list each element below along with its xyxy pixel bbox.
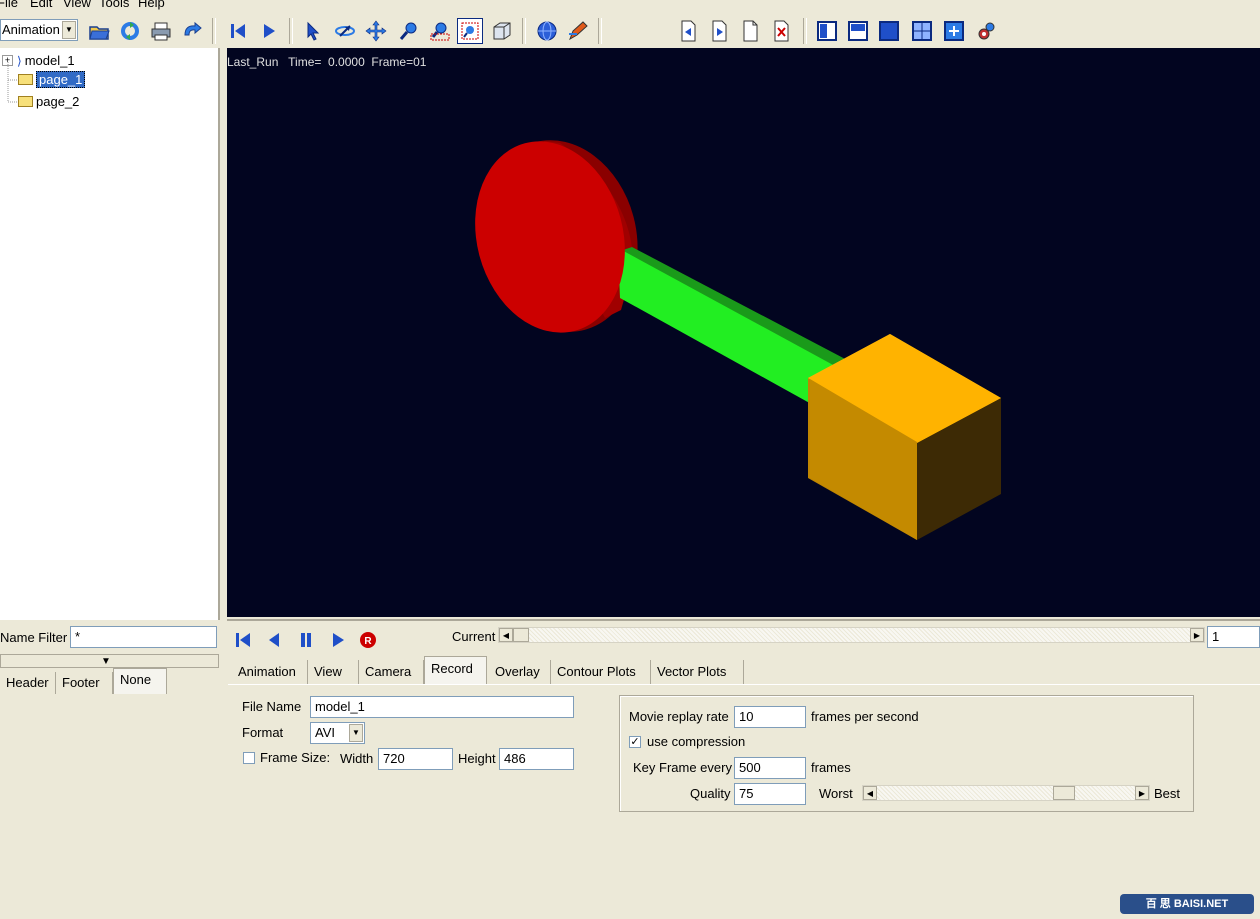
layout-3-icon[interactable] xyxy=(876,18,902,44)
edit-pencil-icon[interactable] xyxy=(565,18,591,44)
zoom-icon[interactable] xyxy=(396,18,422,44)
rotate-icon[interactable] xyxy=(332,18,358,44)
tree-page-1-label: page_1 xyxy=(36,71,86,88)
replay-rate-unit: frames per second xyxy=(811,709,919,724)
layout-2-icon[interactable] xyxy=(845,18,871,44)
quality-slider-thumb[interactable] xyxy=(1053,786,1075,800)
mode-select-value: Animation xyxy=(2,22,60,37)
watermark-logo: 百 思 BAISI.NET xyxy=(1120,894,1254,914)
quality-left-arrow-icon[interactable]: ◀ xyxy=(863,786,877,800)
file-name-label: File Name xyxy=(242,699,302,714)
slider-left-arrow-icon[interactable]: ◀ xyxy=(499,628,513,642)
frame-slider[interactable]: ◀ ▶ xyxy=(498,627,1205,643)
frame-size-label: Frame Size: xyxy=(260,750,331,765)
format-select[interactable]: AVI ▼ xyxy=(310,722,365,744)
dynamic-zoom-icon[interactable] xyxy=(427,18,453,44)
first-frame-button[interactable] xyxy=(231,628,255,652)
keyframe-input[interactable]: 500 xyxy=(734,757,806,779)
page-delete-icon[interactable] xyxy=(768,18,794,44)
reload-icon[interactable] xyxy=(117,18,143,44)
tab-footer[interactable]: Footer xyxy=(56,672,113,694)
file-name-input[interactable]: model_1 xyxy=(310,696,574,718)
menu-tools[interactable]: Tools xyxy=(99,0,129,10)
tab-record[interactable]: Record xyxy=(424,656,487,684)
step-back-button[interactable] xyxy=(262,628,286,652)
settings-gear-icon[interactable] xyxy=(973,18,999,44)
compression-checkbox[interactable]: ✓ xyxy=(629,736,641,748)
select-arrow-icon[interactable] xyxy=(301,18,327,44)
tab-view[interactable]: View xyxy=(308,660,359,684)
tab-none[interactable]: None xyxy=(113,668,167,694)
menu-edit[interactable]: Edit xyxy=(30,0,52,10)
current-label: Current xyxy=(452,629,496,644)
tab-contour-plots[interactable]: Contour Plots xyxy=(551,660,651,684)
render-sphere-icon[interactable] xyxy=(534,18,560,44)
frame-size-checkbox[interactable] xyxy=(243,752,255,764)
filter-expand-bar[interactable]: ▼ xyxy=(0,654,219,668)
first-frame-icon[interactable] xyxy=(225,18,251,44)
menu-file[interactable]: File xyxy=(0,0,18,10)
format-value: AVI xyxy=(315,725,335,740)
quality-label: Quality xyxy=(690,786,731,801)
layout-1-icon[interactable] xyxy=(814,18,840,44)
graphics-viewport[interactable]: Last_Run Time= 0.0000 Frame=01 xyxy=(227,48,1260,617)
play-button[interactable] xyxy=(326,628,350,652)
quality-input[interactable]: 75 xyxy=(734,783,806,805)
box-view-icon[interactable] xyxy=(489,18,515,44)
toolbar: Animation ▼ xyxy=(0,14,1260,48)
width-input[interactable]: 720 xyxy=(378,748,453,770)
page-new-icon[interactable] xyxy=(737,18,763,44)
layout-4-icon[interactable] xyxy=(909,18,935,44)
menu-view[interactable]: View xyxy=(63,0,91,10)
translate-icon[interactable] xyxy=(363,18,389,44)
mode-select[interactable]: Animation ▼ xyxy=(0,19,78,41)
model-tree: + ⟩ model_1 page_1 page_2 xyxy=(0,48,220,620)
tab-animation[interactable]: Animation xyxy=(232,660,308,684)
tree-model-label: model_1 xyxy=(24,53,75,68)
zoom-box-icon[interactable] xyxy=(457,18,483,44)
chevron-down-icon: ▼ xyxy=(349,724,363,742)
print-icon[interactable] xyxy=(148,18,174,44)
quality-right-arrow-icon[interactable]: ▶ xyxy=(1135,786,1149,800)
menu-bar: File Edit View Tools Help xyxy=(0,0,1260,12)
width-label: Width xyxy=(340,751,374,766)
name-filter-input[interactable]: * xyxy=(70,626,217,648)
tab-vector-plots[interactable]: Vector Plots xyxy=(651,660,744,684)
slider-right-arrow-icon[interactable]: ▶ xyxy=(1190,628,1204,642)
chevron-down-icon: ▼ xyxy=(62,21,76,39)
undo-icon[interactable] xyxy=(179,18,205,44)
menu-help[interactable]: Help xyxy=(138,0,165,10)
compression-label: use compression xyxy=(647,734,746,749)
tab-overlay[interactable]: Overlay xyxy=(489,660,551,684)
layout-5-icon[interactable] xyxy=(941,18,967,44)
record-button[interactable]: R xyxy=(356,628,380,652)
replay-rate-input[interactable]: 10 xyxy=(734,706,806,728)
best-label: Best xyxy=(1154,786,1181,801)
page-next-icon[interactable] xyxy=(706,18,732,44)
open-folder-icon[interactable] xyxy=(86,18,112,44)
replay-rate-label: Movie replay rate xyxy=(629,709,729,724)
keyframe-label: Key Frame every xyxy=(633,760,732,775)
height-label: Height xyxy=(458,751,496,766)
page-prev-icon[interactable] xyxy=(675,18,701,44)
quality-slider[interactable]: ◀ ▶ xyxy=(862,785,1150,801)
model-graphics xyxy=(475,140,1001,540)
height-input[interactable]: 486 xyxy=(499,748,574,770)
worst-label: Worst xyxy=(819,786,853,801)
slider-thumb[interactable] xyxy=(513,628,529,642)
format-label: Format xyxy=(242,725,284,740)
pause-button[interactable] xyxy=(294,628,318,652)
svg-text:R: R xyxy=(364,636,372,647)
tab-camera[interactable]: Camera xyxy=(359,660,424,684)
frame-number-input[interactable]: 1 xyxy=(1207,626,1260,648)
tree-page-2-label: page_2 xyxy=(36,94,80,109)
tab-header[interactable]: Header xyxy=(0,672,56,694)
play-icon[interactable] xyxy=(256,18,282,44)
name-filter-label: Name Filter xyxy=(0,630,68,645)
link-bar xyxy=(618,248,835,416)
keyframe-unit: frames xyxy=(811,760,851,775)
disk xyxy=(475,141,625,333)
triangle-down-icon: ▼ xyxy=(101,656,111,667)
